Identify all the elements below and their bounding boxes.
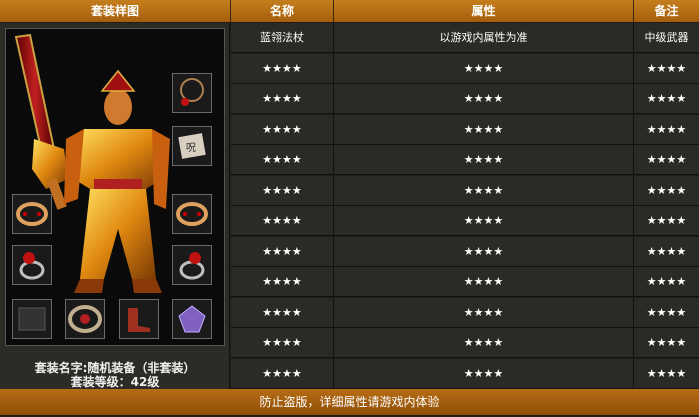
table-header: 套装样图 名称 属性 备注 <box>0 0 699 22</box>
table-row: ★★★★ ★★★★ ★★★★ <box>231 328 699 358</box>
table-row: ★★★★ ★★★★ ★★★★ <box>231 267 699 297</box>
set-level-text: 套装等级：42级 <box>70 375 160 389</box>
cell-name: ★★★★ <box>231 358 334 388</box>
tome-icon[interactable]: 呪 <box>172 126 212 166</box>
svg-text:呪: 呪 <box>186 143 196 154</box>
medal-icon[interactable] <box>12 299 52 339</box>
cell-name: ★★★★ <box>231 114 334 144</box>
table-row: ★★★★ ★★★★ ★★★★ <box>231 114 699 145</box>
table-row: ★★★★ ★★★★ ★★★★ <box>231 297 699 328</box>
cell-name: ★★★★ <box>231 145 334 174</box>
cell-attr: ★★★★ <box>334 145 634 174</box>
table-row: ★★★★ ★★★★ ★★★★ <box>231 236 699 267</box>
table-row: ★★★★ ★★★★ ★★★★ <box>231 84 699 114</box>
footer-notice: 防止盗版，详细属性请游戏内体验 <box>0 389 699 415</box>
sword-icon <box>14 33 68 210</box>
cell-note: ★★★★ <box>634 358 699 388</box>
cell-name: 蓝翎法杖 <box>231 23 334 52</box>
boots-icon[interactable] <box>119 299 159 339</box>
cell-note: ★★★★ <box>634 267 699 296</box>
table-row: ★★★★ ★★★★ ★★★★ <box>231 206 699 236</box>
warrior-body <box>64 69 170 293</box>
table-row: ★★★★ ★★★★ ★★★★ <box>231 145 699 175</box>
cell-name: ★★★★ <box>231 236 334 266</box>
table-row: ★★★★ ★★★★ ★★★★ <box>231 175 699 206</box>
cell-name: ★★★★ <box>231 267 334 296</box>
cell-note: ★★★★ <box>634 236 699 266</box>
header-name: 名称 <box>231 0 334 22</box>
cell-name: ★★★★ <box>231 206 334 235</box>
cell-note: ★★★★ <box>634 175 699 205</box>
header-attr: 属性 <box>334 0 634 22</box>
cell-note: ★★★★ <box>634 114 699 144</box>
cell-attr: 以游戏内属性为准 <box>334 23 634 52</box>
cell-note: 中级武器 <box>634 23 699 52</box>
cell-attr: ★★★★ <box>334 206 634 235</box>
cell-attr: ★★★★ <box>334 358 634 388</box>
cell-name: ★★★★ <box>231 84 334 113</box>
cell-attr: ★★★★ <box>334 53 634 83</box>
cell-note: ★★★★ <box>634 84 699 113</box>
ring-left-icon[interactable] <box>12 245 52 285</box>
cell-note: ★★★★ <box>634 53 699 83</box>
cell-attr: ★★★★ <box>334 328 634 357</box>
set-preview-panel: 呪 套装名字:随机装备（非套装） 套装等级：42级 <box>0 23 230 389</box>
cell-attr: ★★★★ <box>334 236 634 266</box>
header-image: 套装样图 <box>0 0 231 22</box>
table-row: ★★★★ ★★★★ ★★★★ <box>231 358 699 389</box>
necklace-icon[interactable] <box>172 73 212 113</box>
cell-name: ★★★★ <box>231 53 334 83</box>
cell-attr: ★★★★ <box>334 297 634 327</box>
cell-note: ★★★★ <box>634 328 699 357</box>
table-row: 蓝翎法杖 以游戏内属性为准 中级武器 <box>231 23 699 53</box>
cell-name: ★★★★ <box>231 328 334 357</box>
cell-attr: ★★★★ <box>334 175 634 205</box>
cell-name: ★★★★ <box>231 175 334 205</box>
cell-note: ★★★★ <box>634 145 699 174</box>
cell-attr: ★★★★ <box>334 267 634 296</box>
bracelet-left-icon[interactable] <box>12 194 52 234</box>
set-showcase: 套装样图 名称 属性 备注 呪 套装名字:随机装备（非套装） 套装等级：42级 … <box>0 0 699 417</box>
cell-attr: ★★★★ <box>334 114 634 144</box>
belt-icon[interactable] <box>65 299 105 339</box>
character-display: 呪 <box>5 28 225 346</box>
header-note: 备注 <box>654 4 679 18</box>
cell-note: ★★★★ <box>634 297 699 327</box>
bracelet-right-icon[interactable] <box>172 194 212 234</box>
table-row: ★★★★ ★★★★ ★★★★ <box>231 53 699 84</box>
cell-note: ★★★★ <box>634 206 699 235</box>
cell-name: ★★★★ <box>231 297 334 327</box>
cell-attr: ★★★★ <box>334 84 634 113</box>
ring-right-icon[interactable] <box>172 245 212 285</box>
gem-icon[interactable] <box>172 299 212 339</box>
